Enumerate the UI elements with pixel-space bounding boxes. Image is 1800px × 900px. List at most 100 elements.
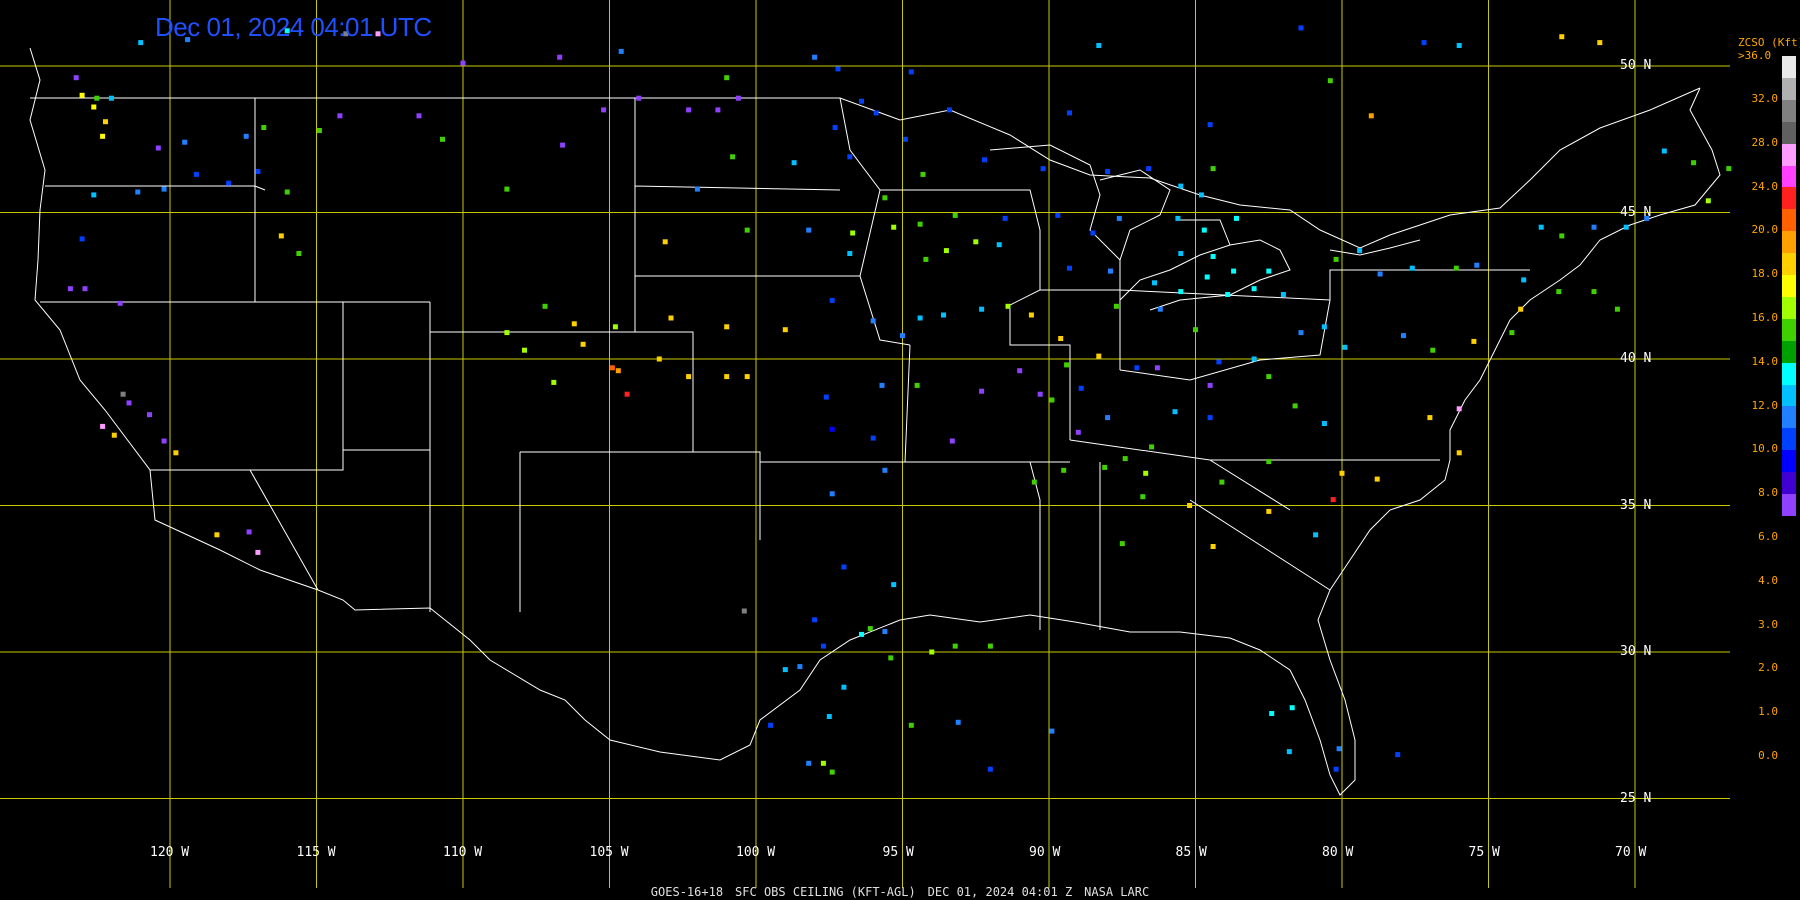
station-marker [941,312,946,318]
station-marker [1113,303,1119,309]
lon-label: 80 W [1322,845,1354,860]
station-marker [829,297,835,303]
us-coastline-outline [29,47,1721,796]
station-marker [193,171,199,177]
station-marker [1339,470,1345,476]
legend-swatch [1782,56,1796,79]
station-marker [1591,224,1597,230]
legend-tick: 4.0 [1758,573,1778,587]
legend-swatch [1782,275,1796,298]
station-marker [1028,312,1034,318]
station-marker [832,125,838,130]
station-marker [636,95,642,101]
station-marker [1298,25,1304,31]
station-marker [173,450,179,456]
station-marker [337,113,343,119]
station-marker [1172,409,1178,415]
footer-datetime: DEC 01, 2024 04:01 Z [927,885,1073,899]
map-canvas[interactable] [0,0,1800,900]
station-marker [1002,215,1008,221]
station-marker [979,388,985,394]
station-marker [1207,415,1213,421]
legend-swatch [1782,340,1796,364]
legend-swatch [1782,209,1796,232]
station-marker [182,139,188,145]
lon-label: 70 W [1615,845,1647,860]
station-marker [1210,254,1216,259]
station-marker [1374,476,1380,482]
station-marker [1231,268,1237,274]
station-marker [79,236,85,242]
station-marker [823,394,829,400]
station-marker [923,256,929,262]
lon-label: 95 W [882,845,914,860]
footer-satellite: GOES-16+18 [650,885,724,899]
station-marker [1321,324,1327,330]
station-marker [987,643,993,649]
station-marker [870,435,876,441]
lat-label: 25 N [1620,790,1652,806]
station-marker [982,157,987,163]
station-marker [850,230,856,236]
station-marker [1401,333,1406,339]
station-marker [908,69,914,75]
station-marker [138,40,144,46]
station-marker [724,75,730,81]
legend-tick: 32.0 [1751,92,1779,105]
station-marker [987,766,993,772]
station-marker [1037,391,1043,397]
lon-label: 90 W [1029,845,1061,860]
station-marker [91,192,97,198]
station-marker [952,643,958,649]
station-marker [955,719,961,725]
lon-label: 75 W [1468,845,1500,860]
station-marker [94,95,100,101]
station-marker [571,321,577,327]
station-marker [1055,212,1061,218]
station-marker [73,75,79,81]
station-marker [261,125,267,130]
station-marker [1251,356,1257,362]
legend-title: ZCSO (Kft) [1738,36,1800,49]
legend-swatch [1782,187,1796,210]
station-marker [214,532,220,538]
station-marker [841,564,847,570]
legend-swatch [1782,318,1796,342]
lat-label: 35 N [1620,497,1652,513]
station-marker [1474,262,1480,268]
station-marker [1116,215,1122,221]
station-marker [1119,541,1125,547]
station-marker [1105,415,1111,421]
station-marker [1298,330,1304,336]
station-marker [735,95,741,101]
station-marker [1146,166,1152,172]
station-marker [1266,374,1272,380]
station-marker [902,136,908,142]
station-marker [226,180,232,186]
station-marker [284,189,290,195]
lon-label: 85 W [1175,845,1207,860]
station-marker [1178,183,1184,189]
lon-label: 100 W [736,845,776,860]
station-marker [1140,494,1146,500]
station-marker [79,92,85,98]
station-marker [243,133,249,139]
lon-label: 105 W [589,845,629,860]
legend-tick: 24.0 [1751,179,1779,193]
station-marker [1409,265,1415,271]
station-marker [1292,403,1298,409]
station-marker [694,186,700,192]
station-marker [1064,362,1070,368]
station-marker [67,286,73,292]
station-marker [108,95,114,101]
legend-swatch [1782,494,1796,517]
lat-label: 30 N [1620,644,1652,659]
legend-swatch [1782,472,1796,495]
station-marker [1096,353,1102,359]
station-marker [416,113,422,119]
legend-tick: 12.0 [1751,398,1779,412]
station-marker [1597,40,1603,46]
station-marker [1471,338,1477,344]
legend-tick: 6.0 [1758,530,1778,543]
station-marker [161,186,167,192]
